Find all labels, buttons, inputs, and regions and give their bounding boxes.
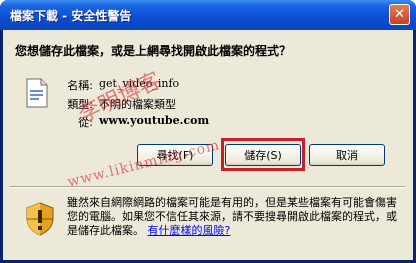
title-bar[interactable]: 檔案下載 - 安全性警告 ✕ xyxy=(0,0,416,30)
dialog-question: 您想儲存此檔案，或是上網尋找開啟此檔案的程式？ xyxy=(15,44,292,58)
file-icon xyxy=(26,78,48,108)
close-icon: ✕ xyxy=(394,7,405,22)
file-name-label: 名稱: xyxy=(67,79,93,92)
cancel-button[interactable]: 取消 xyxy=(309,144,385,166)
shield-warning-icon xyxy=(26,202,54,236)
file-source-value: www.youtube.com xyxy=(99,114,210,127)
save-button[interactable]: 儲存(S) xyxy=(225,144,301,166)
warning-text: 雖然來自網際網路的檔案可能是有用的，但是某些檔案有可能會傷害您的電腦。如果您不信… xyxy=(67,196,397,237)
security-warning: 雖然來自網際網路的檔案可能是有用的，但是某些檔案有可能會傷害您的電腦。如果您不信… xyxy=(67,196,407,238)
risk-link[interactable]: 有什麼樣的風險? xyxy=(148,224,231,237)
window-title: 檔案下載 - 安全性警告 xyxy=(10,9,132,23)
close-button[interactable]: ✕ xyxy=(389,4,410,25)
download-dialog: 檔案下載 - 安全性警告 ✕ 您想儲存此檔案，或是上網尋找開啟此檔案的程式？ 名… xyxy=(0,0,416,263)
